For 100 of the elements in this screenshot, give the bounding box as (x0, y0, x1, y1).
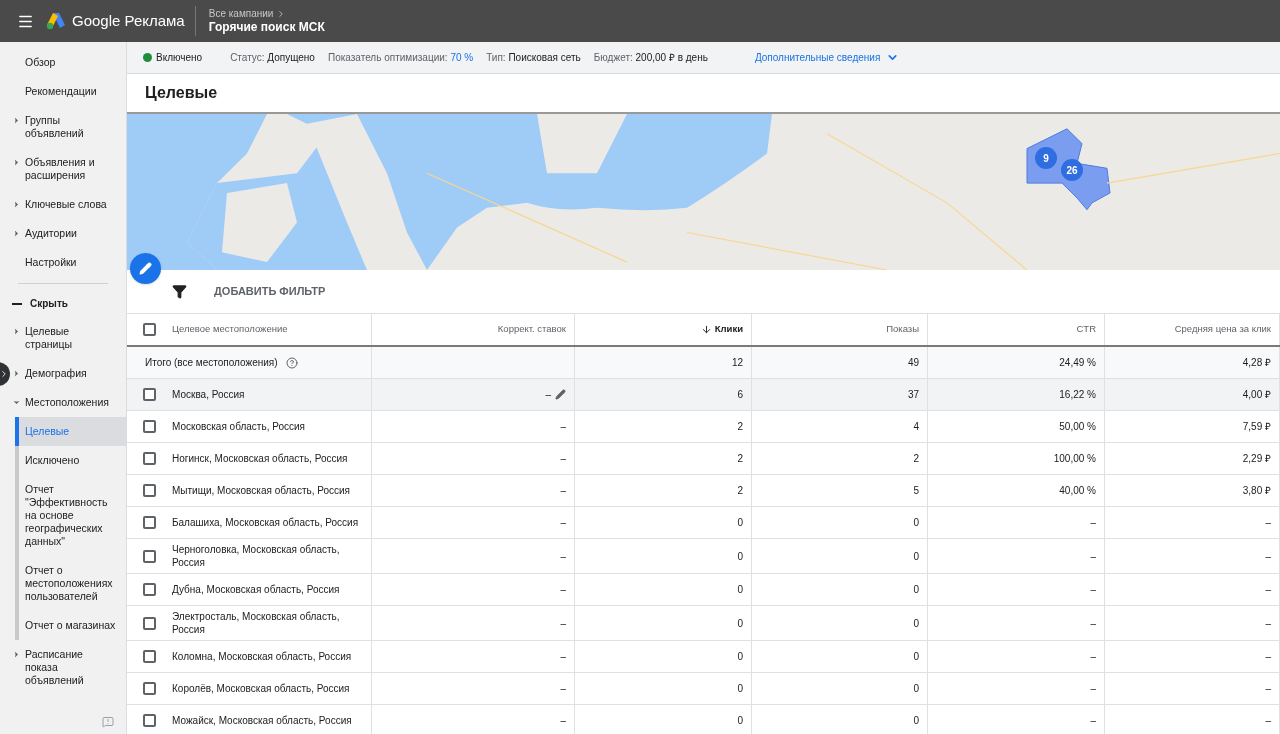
checkbox[interactable] (143, 420, 156, 433)
status-field: Статус: Допущено (230, 50, 315, 65)
nav-subitem[interactable]: Отчет о магазинах (15, 611, 126, 640)
table-cell-text: – (1090, 650, 1096, 664)
caret-icon (12, 116, 21, 125)
caret-icon (12, 369, 21, 378)
add-filter-button[interactable]: ДОБАВИТЬ ФИЛЬТР (214, 283, 326, 300)
nav-item[interactable]: Целевые страницы (12, 317, 126, 359)
table-row[interactable]: Королёв, Московская область, Россия – 0 0 – – (127, 673, 1280, 705)
column-header[interactable]: CTR (1076, 322, 1096, 337)
table-cell-text: 0 (737, 650, 743, 664)
table-row[interactable]: Балашиха, Московская область, Россия – 0 0 – – (127, 507, 1280, 539)
checkbox[interactable] (143, 682, 156, 695)
table-cell-text: 2 (737, 452, 743, 466)
table-cell-text: – (560, 549, 566, 564)
table-cell: Королёв, Московская область, Россия (172, 682, 350, 695)
table-row[interactable]: Мытищи, Московская область, Россия – 2 5 40,00 % 3,80 ₽ (127, 475, 1280, 507)
hide-label: Скрыть (30, 297, 68, 311)
table-row[interactable]: Дубна, Московская область, Россия – 0 0 – – (127, 574, 1280, 606)
table-cell-text: 24,49 % (1059, 356, 1096, 370)
table-cell-text: 2,29 ₽ (1242, 452, 1271, 466)
nav-subitem[interactable]: Исключено (15, 446, 126, 475)
nav-item[interactable]: Группы объявлений (12, 106, 126, 148)
table-row[interactable]: Московская область, Россия – 2 4 50,00 % 7,59 ₽ (127, 411, 1280, 443)
table-cell-text: – (1265, 714, 1271, 728)
table-cell-text: – (560, 682, 566, 696)
table-cell-text: – (1090, 583, 1096, 597)
checkbox[interactable] (143, 484, 156, 497)
table-cell: Ногинск, Московская область, Россия (172, 452, 348, 465)
table-cell-text: 0 (737, 714, 743, 728)
column-header[interactable]: Показы (886, 322, 919, 337)
nav-subitem[interactable]: Отчет "Эффективность на основе географических данных" (15, 475, 126, 556)
details-link[interactable]: Дополнительные сведения (754, 50, 900, 65)
checkbox[interactable] (143, 650, 156, 663)
table-cell-text: Электросталь, Московская область, Россия (172, 610, 341, 636)
checkbox[interactable] (143, 583, 156, 596)
table-cell-text: 0 (913, 583, 919, 597)
table-cell-text: 37 (907, 388, 919, 402)
table-row[interactable]: Черноголовка, Московская область, Россия – 0 0 – – (127, 539, 1280, 574)
nav-item[interactable]: Обзор (12, 48, 126, 77)
table-cell-text: 0 (737, 516, 743, 530)
checkbox[interactable] (143, 616, 156, 630)
table-cell-text: – (1090, 714, 1096, 728)
table-cell-text: 2 (913, 452, 919, 466)
nav-item[interactable]: Объявления и расширения (12, 148, 126, 190)
nav-item[interactable]: Расписание показа объявлений (12, 640, 126, 695)
table-cell-text: 0 (737, 682, 743, 696)
caret-icon (12, 398, 21, 407)
table-cell-text: – (1090, 549, 1096, 564)
nav-item[interactable]: Ключевые слова (12, 190, 126, 219)
table-cell-text: – (1265, 682, 1271, 696)
checkbox[interactable] (143, 714, 156, 727)
nav-item[interactable]: Местоположения (12, 388, 126, 417)
hide-toggle[interactable]: Скрыть (0, 290, 126, 317)
nav-item[interactable]: Аудитории (12, 219, 126, 248)
table-cell-text: 0 (913, 516, 919, 530)
checkbox[interactable] (143, 452, 156, 465)
table-row[interactable]: Коломна, Московская область, Россия – 0 0 – – (127, 641, 1280, 673)
page-title: Целевые (145, 83, 218, 103)
table-cell-text: 3,80 ₽ (1242, 484, 1271, 498)
table-row[interactable]: Электросталь, Московская область, Россия – 0 0 – – (127, 606, 1280, 641)
edit-button[interactable] (130, 253, 161, 284)
table-cell-text: 40,00 % (1059, 484, 1096, 498)
table-row[interactable]: Ногинск, Московская область, Россия – 2 2 100,00 % 2,29 ₽ (127, 443, 1280, 475)
breadcrumb-link[interactable]: Все кампании (208, 7, 274, 20)
table-cell-text: – (1090, 682, 1096, 696)
checkbox[interactable] (143, 388, 156, 401)
table-cell-text: 0 (737, 583, 743, 597)
table-cell: Москва, Россия (172, 388, 245, 401)
checkbox[interactable] (143, 549, 156, 563)
table-cell-text: 5 (913, 484, 919, 498)
table-cell: Балашиха, Московская область, Россия (172, 516, 359, 529)
caret-icon (12, 327, 21, 336)
column-header[interactable]: Средняя цена за клик (1174, 322, 1271, 337)
checkbox[interactable] (143, 323, 156, 336)
table-cell-text: 2 (737, 484, 743, 498)
filter-icon[interactable] (172, 284, 187, 299)
table-cell-text: 16,22 % (1059, 388, 1096, 402)
campaign-state: Включено (156, 51, 203, 65)
table-cell-text: 0 (913, 616, 919, 631)
help-icon[interactable] (285, 356, 298, 369)
table-cell-text: 100,00 % (1053, 452, 1096, 466)
caret-icon (12, 200, 21, 209)
column-header[interactable]: Целевое местоположение (172, 322, 288, 337)
table-cell: Дубна, Московская область, Россия (172, 583, 340, 596)
table-row[interactable]: Москва, Россия – 6 37 16,22 % 4,00 ₽ (127, 379, 1280, 411)
table-cell-text: – (560, 452, 566, 466)
table-cell: Мытищи, Московская область, Россия (172, 484, 351, 497)
nav-item[interactable]: Рекомендации (12, 77, 126, 106)
nav-subitem[interactable]: Отчет о местоположениях пользователей (15, 556, 126, 611)
column-header[interactable]: Коррект. ставок (497, 322, 566, 337)
edit-icon[interactable] (555, 389, 566, 400)
checkbox[interactable] (143, 516, 156, 529)
table-cell-text: 7,59 ₽ (1242, 420, 1271, 434)
nav-item[interactable]: Демография (12, 359, 126, 388)
column-header[interactable]: Клики (700, 322, 743, 337)
table-cell-text: – (560, 650, 566, 664)
nav-item[interactable]: Настройки (12, 248, 126, 277)
sort-arrow-icon (700, 324, 712, 335)
table-cell-text: 0 (913, 650, 919, 664)
